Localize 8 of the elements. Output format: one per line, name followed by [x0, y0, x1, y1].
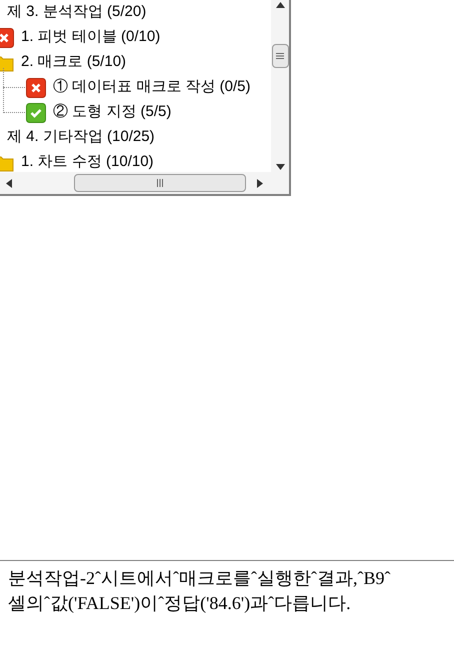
tree-item[interactable]: 2. 매크로 (5/10) — [21, 51, 126, 74]
tree-item[interactable]: 제 3. 분석작업 (5/20) — [7, 1, 146, 24]
tree-item[interactable]: 제 4. 기타작업 (10/25) — [7, 126, 155, 149]
tree-item[interactable]: 1. 차트 수정 (10/10) — [21, 151, 154, 172]
error-message: 분석작업-2ˆ시트에서ˆ매크로를ˆ실행한ˆ결과,ˆB9ˆ 셀의ˆ값('FALSE')이ˆ정답('84.6')과ˆ다릅니다. — [8, 567, 392, 615]
tree-item[interactable]: 1. 피벗 테이블 (0/10) — [21, 26, 160, 49]
tree-item[interactable]: ② 도형 지정 (5/5) — [53, 101, 172, 124]
tree-item[interactable]: ① 데이터표 매크로 작성 (0/5) — [53, 76, 251, 99]
